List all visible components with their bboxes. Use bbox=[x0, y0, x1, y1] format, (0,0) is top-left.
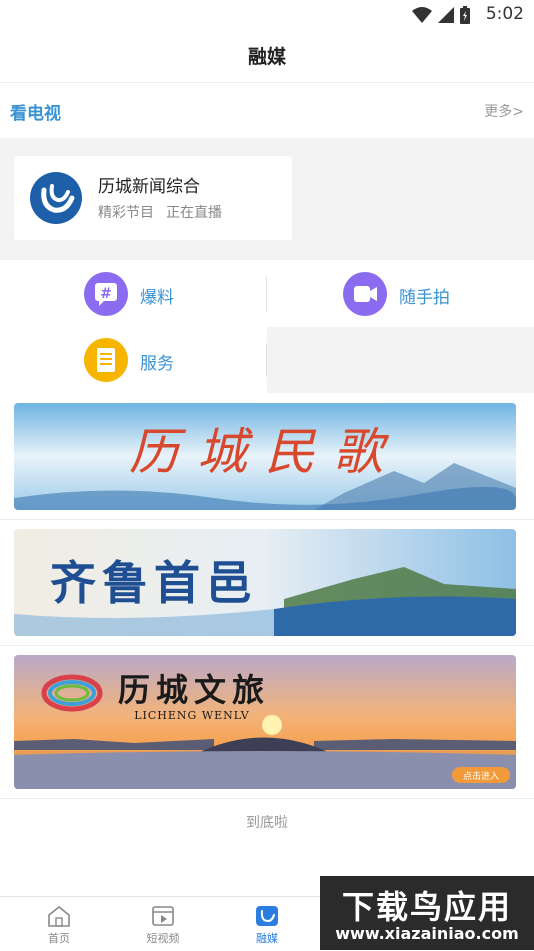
banner-art: 历城民歌 bbox=[14, 403, 516, 510]
nav-label: 融媒 bbox=[256, 932, 278, 945]
banner-qilu-shouyi[interactable]: 齐鲁首邑 bbox=[14, 529, 516, 636]
service-item-baoliao[interactable]: # 爆料 bbox=[0, 261, 267, 327]
battery-icon bbox=[460, 6, 470, 24]
divider bbox=[0, 519, 534, 520]
nav-item-short-video[interactable]: 短视频 bbox=[108, 897, 218, 951]
channel-sub-live: 正在直播 bbox=[166, 205, 222, 221]
banner-title: 历城民歌 bbox=[129, 423, 401, 481]
service-item-fuwu[interactable]: 服务 bbox=[0, 327, 267, 393]
signal-icon bbox=[438, 7, 454, 23]
nav-label: 短视频 bbox=[146, 932, 180, 945]
media-logo-icon bbox=[256, 906, 278, 926]
page-header: 融媒 bbox=[0, 28, 534, 83]
banner-licheng-folk-songs[interactable]: 历城民歌 bbox=[14, 403, 516, 510]
grid-empty-cell bbox=[267, 327, 534, 393]
tv-section-title: 看电视 bbox=[10, 104, 61, 124]
channel-sub-program: 精彩节目 bbox=[98, 205, 154, 221]
divider bbox=[0, 798, 534, 799]
status-icons bbox=[412, 6, 470, 24]
banner-art: 齐鲁首邑 bbox=[14, 529, 516, 636]
wifi-icon bbox=[412, 7, 432, 23]
service-item-suishoupai[interactable]: 随手拍 bbox=[267, 261, 534, 327]
home-icon bbox=[48, 905, 70, 927]
service-label: 爆料 bbox=[140, 288, 174, 308]
channel-name: 历城新闻综合 bbox=[98, 177, 200, 197]
status-bar: 5:02 bbox=[0, 0, 534, 28]
more-link[interactable]: 更多> bbox=[484, 101, 524, 121]
svg-text:#: # bbox=[100, 286, 112, 302]
nav-item-home[interactable]: 首页 bbox=[4, 897, 114, 951]
channel-subtitle: 精彩节目 正在直播 bbox=[98, 202, 222, 222]
watermark-logo: 下载鸟应用 www.xiazainiao.com bbox=[320, 876, 534, 950]
page-title: 融媒 bbox=[247, 46, 286, 68]
service-grid: # 爆料 随手拍 服务 bbox=[0, 261, 534, 393]
banner-title: 历城文旅 bbox=[118, 671, 270, 709]
nav-label: 首页 bbox=[48, 932, 70, 945]
video-camera-icon bbox=[343, 272, 387, 316]
film-icon bbox=[152, 906, 174, 926]
banner-enter-button[interactable]: 点击进入 bbox=[463, 770, 499, 782]
tv-section-header: 看电视 更多> bbox=[0, 83, 534, 137]
service-label: 随手拍 bbox=[399, 288, 450, 308]
channel-logo-icon bbox=[30, 172, 82, 224]
channel-card[interactable]: 历城新闻综合 精彩节目 正在直播 bbox=[14, 156, 292, 240]
end-of-list-text: 到底啦 bbox=[246, 815, 288, 831]
divider bbox=[0, 645, 534, 646]
status-time: 5:02 bbox=[485, 4, 524, 24]
nav-item-media[interactable]: 融媒 bbox=[212, 897, 322, 951]
banner-art: 历城文旅 LICHENG WENLV 点击进入 bbox=[14, 655, 516, 789]
service-label: 服务 bbox=[140, 354, 174, 374]
watermark-url: www.xiazainiao.com bbox=[335, 924, 519, 943]
banner-subtitle: LICHENG WENLV bbox=[134, 709, 250, 722]
hashtag-chat-icon: # bbox=[84, 272, 128, 316]
watermark-title: 下载鸟应用 bbox=[341, 888, 512, 926]
banner-title: 齐鲁首邑 bbox=[50, 556, 258, 610]
document-icon bbox=[84, 338, 128, 382]
banner-licheng-tourism[interactable]: 历城文旅 LICHENG WENLV 点击进入 bbox=[14, 655, 516, 789]
tv-channel-area: 历城新闻综合 精彩节目 正在直播 bbox=[0, 138, 534, 260]
